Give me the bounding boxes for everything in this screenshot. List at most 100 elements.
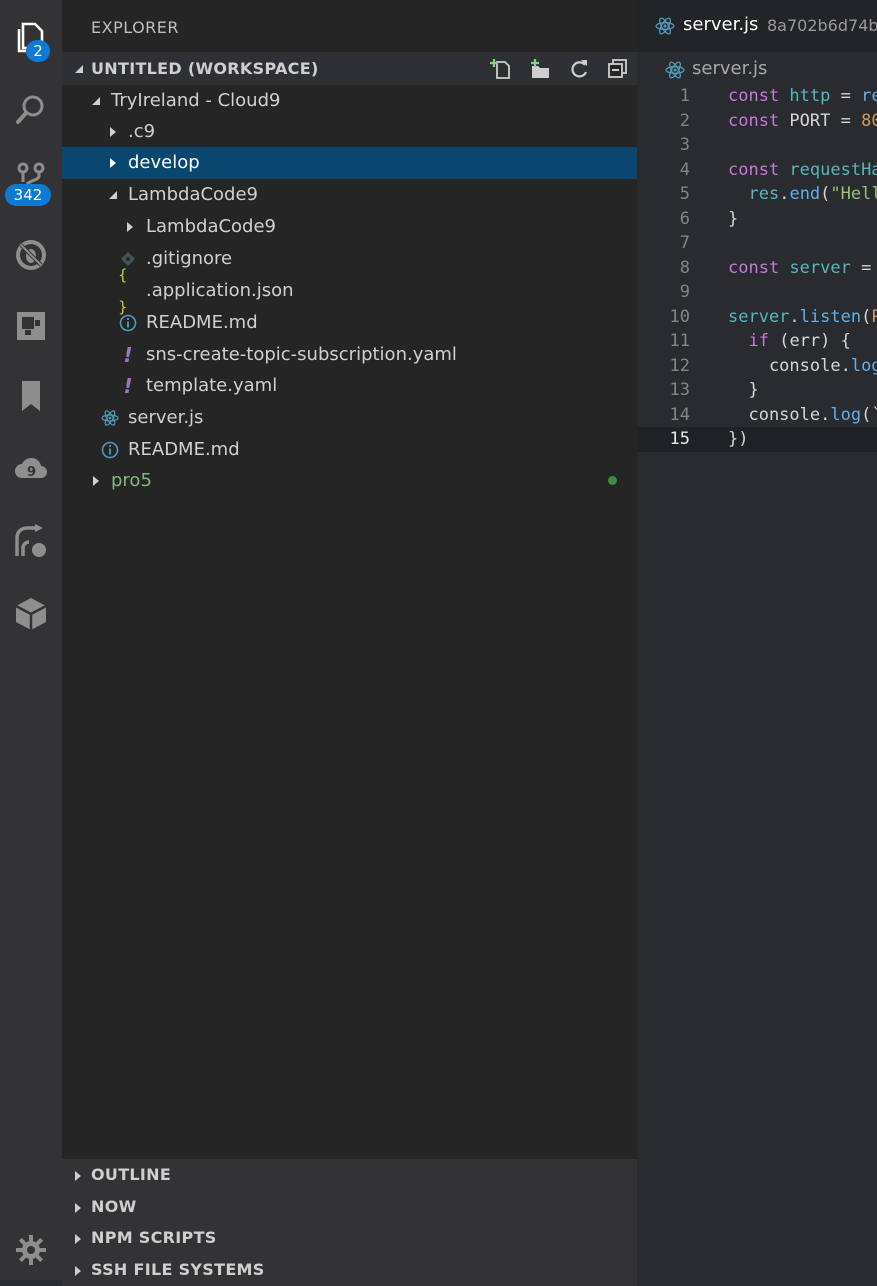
- code-line[interactable]: 10 server.listen(PO: [637, 305, 877, 330]
- code-text: if (err) {: [728, 329, 851, 354]
- section-label: NOW: [91, 1197, 137, 1216]
- section-now[interactable]: NOW: [62, 1191, 637, 1223]
- chevron-right-icon: [75, 1266, 81, 1276]
- section-ssh-file-systems[interactable]: SSH FILE SYSTEMS: [62, 1254, 637, 1286]
- code-token: const: [728, 257, 790, 278]
- line-number: 8: [679, 257, 690, 278]
- gear-icon[interactable]: [0, 1222, 62, 1278]
- code-token: =: [861, 257, 872, 278]
- code-text: const requestHan: [728, 158, 877, 183]
- line-number: 11: [669, 331, 690, 351]
- code-token: (`: [861, 404, 877, 425]
- code-token: =: [830, 86, 862, 106]
- code-line[interactable]: 14 console.log(`S: [637, 403, 877, 428]
- code-text: }: [728, 378, 759, 403]
- code-line[interactable]: 7: [637, 231, 877, 256]
- explorer-badge: 2: [26, 40, 50, 62]
- section-npm-scripts[interactable]: NPM SCRIPTS: [62, 1222, 637, 1254]
- code-line[interactable]: 2 const PORT = 808: [637, 109, 877, 134]
- tree-item-label: TryIreland - Cloud9: [111, 90, 281, 111]
- code-line[interactable]: 11 if (err) {: [637, 329, 877, 354]
- tree-file-server-js[interactable]: server.js: [62, 402, 637, 434]
- code-line[interactable]: 15}): [637, 427, 877, 452]
- tree-item-label: .c9: [128, 121, 156, 142]
- info-icon: [100, 434, 120, 466]
- code-line[interactable]: 1 const http = req: [637, 84, 877, 109]
- code-token: end: [789, 184, 821, 204]
- code-line[interactable]: 9: [637, 280, 877, 305]
- chevron-right-icon: [108, 147, 118, 179]
- tree-folder-c9[interactable]: .c9: [62, 116, 637, 148]
- code-text: server.listen(PO: [728, 305, 877, 330]
- line-number: 6: [679, 208, 690, 229]
- code-text: res.end("Hello: [728, 182, 877, 207]
- new-folder-icon[interactable]: [527, 56, 553, 82]
- code-text: }: [728, 207, 738, 232]
- refresh-icon[interactable]: [566, 56, 592, 82]
- code-token: console.: [728, 355, 851, 376]
- tree-file-sns-yaml[interactable]: ! sns-create-topic-subscription.yaml: [62, 339, 637, 371]
- activity-bar: 2 342 9: [0, 0, 62, 1280]
- editor-area: server.js 8a702b6d74b server.js 1 const h…: [637, 0, 877, 1280]
- package-cube-icon[interactable]: [0, 586, 62, 642]
- code-token: }: [728, 380, 759, 400]
- code-line[interactable]: 8 const server = h: [637, 256, 877, 281]
- workspace-actions: [488, 56, 631, 82]
- code-text: console.log(`S: [728, 403, 877, 428]
- yaml-icon: !: [123, 374, 133, 398]
- workspace-header[interactable]: UNTITLED (WORKSPACE): [62, 52, 637, 85]
- code-line[interactable]: 4 const requestHan: [637, 158, 877, 183]
- code-token: log: [850, 355, 877, 376]
- line-number: 10: [669, 306, 690, 327]
- code-token: if: [748, 331, 769, 351]
- code-token: (: [861, 306, 872, 327]
- tree-file-readme[interactable]: README.md: [62, 307, 637, 339]
- line-number: 14: [669, 404, 690, 425]
- extensions-icon[interactable]: [0, 298, 62, 354]
- section-label: NPM SCRIPTS: [91, 1228, 217, 1247]
- tree-folder-lambdacode9-nested[interactable]: LambdaCode9: [62, 211, 637, 243]
- collapse-all-icon[interactable]: [605, 56, 631, 82]
- tree-file-application-json[interactable]: { } .application.json: [62, 266, 637, 316]
- search-icon[interactable]: [0, 82, 62, 138]
- remote-explorer-icon[interactable]: [0, 514, 62, 570]
- tree-file-readme-root[interactable]: README.md: [62, 434, 637, 466]
- tree-folder-lambdacode9[interactable]: LambdaCode9: [62, 179, 637, 211]
- tab-server-js[interactable]: server.js: [683, 14, 758, 35]
- code-line[interactable]: 5 res.end("Hello: [637, 182, 877, 207]
- line-number: 4: [679, 159, 690, 180]
- code-line[interactable]: 13 }: [637, 378, 877, 403]
- breadcrumb[interactable]: server.js: [692, 58, 767, 79]
- bookmark-icon[interactable]: [0, 368, 62, 424]
- line-number: 15: [669, 429, 690, 449]
- new-file-icon[interactable]: [488, 56, 514, 82]
- tree-file-template-yaml[interactable]: ! template.yaml: [62, 370, 637, 402]
- code-token: (err) {: [768, 331, 851, 351]
- cloud9-icon[interactable]: 9: [0, 442, 62, 498]
- section-outline[interactable]: OUTLINE: [62, 1159, 637, 1191]
- chevron-right-icon: [91, 465, 101, 497]
- tree-folder-pro5[interactable]: pro5: [62, 465, 637, 497]
- code-line[interactable]: 12 console.log(: [637, 354, 877, 379]
- explorer-sidebar: EXPLORER UNTITLED (WORKSPACE) TryIreland…: [62, 0, 637, 1286]
- section-label: OUTLINE: [91, 1165, 172, 1184]
- chevron-right-icon: [75, 1171, 81, 1181]
- tree-folder-tryireland[interactable]: TryIreland - Cloud9: [62, 85, 637, 117]
- chevron-down-icon: [108, 179, 118, 211]
- sidebar-title: EXPLORER: [91, 18, 179, 37]
- section-label: SSH FILE SYSTEMS: [91, 1260, 265, 1279]
- tree-file-gitignore[interactable]: .gitignore: [62, 243, 637, 275]
- tab-description: 8a702b6d74b: [767, 16, 877, 35]
- line-number: 5: [679, 184, 690, 204]
- tree-folder-develop[interactable]: develop: [62, 147, 637, 179]
- code-token: PORT =: [789, 110, 862, 131]
- code-token: PO: [871, 306, 877, 327]
- code-line[interactable]: 6}: [637, 207, 877, 232]
- code-token: const: [728, 159, 790, 180]
- code-token: }): [728, 429, 749, 449]
- code-line[interactable]: 3: [637, 133, 877, 158]
- debug-icon[interactable]: [0, 227, 62, 283]
- code-token: server: [789, 257, 851, 278]
